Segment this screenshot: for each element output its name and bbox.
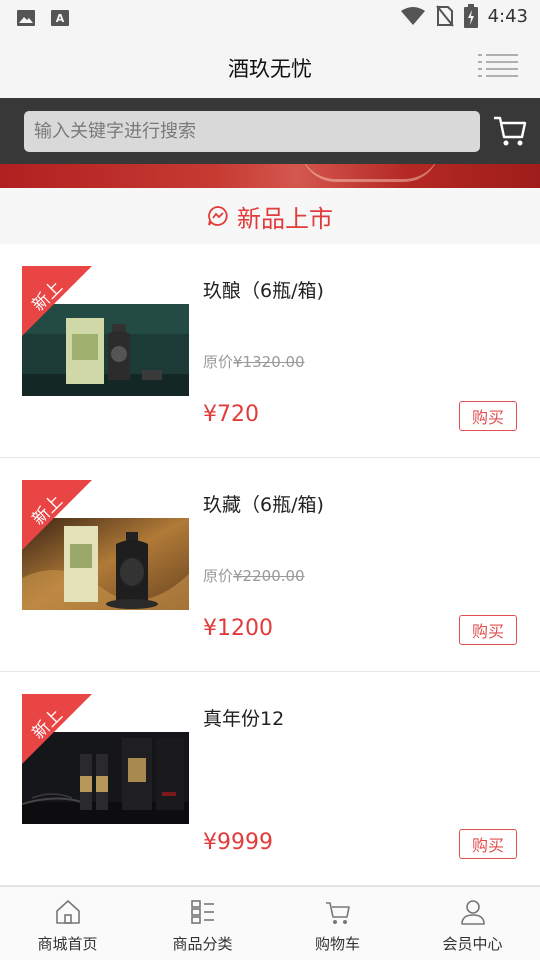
product-list: 新上 玖酿（6瓶/箱) 原价¥1320.00 ¥720 购买 新上 玖藏（6瓶/… <box>0 244 540 886</box>
nav-item-cart[interactable]: 购物车 <box>270 887 405 960</box>
product-card[interactable]: 新上 玖藏（6瓶/箱) 原价¥2200.00 ¥1200 购买 <box>0 458 540 672</box>
section-header: 新品上市 <box>0 188 540 244</box>
nav-label: 会员中心 <box>442 935 503 953</box>
image-icon <box>17 10 35 26</box>
page-title: 酒玖无忧 <box>228 57 312 81</box>
product-price: ¥9999 <box>203 830 273 855</box>
no-sim-icon <box>435 5 454 27</box>
product-price: ¥720 <box>203 402 259 427</box>
nav-label: 商品分类 <box>172 935 233 953</box>
nav-label: 购物车 <box>314 935 360 953</box>
nav-item-category[interactable]: 商品分类 <box>135 887 270 960</box>
search-bar <box>0 98 540 164</box>
nav-item-home[interactable]: 商城首页 <box>0 887 135 960</box>
status-bar: A 4:43 <box>0 0 540 36</box>
original-price: 原价¥1320.00 <box>203 351 305 372</box>
bottom-nav: 商城首页 商品分类 购物车 会员中心 <box>0 886 540 960</box>
chat-bubble-icon <box>208 206 228 226</box>
product-image[interactable]: 新上 <box>22 480 189 610</box>
app-header: 酒玖无忧 <box>0 36 540 98</box>
cart-icon <box>325 902 350 924</box>
original-price-value: ¥1320.00 <box>233 353 305 371</box>
product-price: ¥1200 <box>203 616 273 641</box>
original-price-label: 原价 <box>203 567 234 585</box>
category-icon <box>190 900 214 924</box>
svg-text:A: A <box>56 12 65 25</box>
status-time: 4:43 <box>487 5 528 27</box>
original-price-label: 原价 <box>203 353 234 371</box>
user-icon <box>460 900 485 925</box>
buy-button[interactable]: 购买 <box>459 615 517 645</box>
product-image[interactable]: 新上 <box>22 266 189 396</box>
product-name[interactable]: 真年份12 <box>203 704 284 731</box>
product-name[interactable]: 玖酿（6瓶/箱) <box>203 276 324 303</box>
product-card[interactable]: 新上 真年份12 ¥9999 购买 <box>0 672 540 886</box>
list-menu-icon[interactable] <box>478 52 518 80</box>
product-name[interactable]: 玖藏（6瓶/箱) <box>203 490 324 517</box>
nav-item-member[interactable]: 会员中心 <box>405 887 540 960</box>
buy-button[interactable]: 购买 <box>459 401 517 431</box>
banner-decoration <box>300 164 440 182</box>
search-input[interactable] <box>24 111 480 152</box>
banner-carousel[interactable] <box>0 164 540 188</box>
original-price-value: ¥2200.00 <box>233 567 305 585</box>
nav-label: 商城首页 <box>37 935 98 953</box>
home-icon <box>55 900 80 924</box>
font-icon: A <box>51 10 69 26</box>
section-title: 新品上市 <box>237 204 333 233</box>
cart-icon[interactable] <box>492 113 528 149</box>
product-image[interactable]: 新上 <box>22 694 189 824</box>
battery-charging-icon <box>463 4 478 28</box>
buy-button[interactable]: 购买 <box>459 829 517 859</box>
product-card[interactable]: 新上 玖酿（6瓶/箱) 原价¥1320.00 ¥720 购买 <box>0 244 540 458</box>
original-price: 原价¥2200.00 <box>203 565 305 586</box>
wifi-icon <box>400 7 425 25</box>
